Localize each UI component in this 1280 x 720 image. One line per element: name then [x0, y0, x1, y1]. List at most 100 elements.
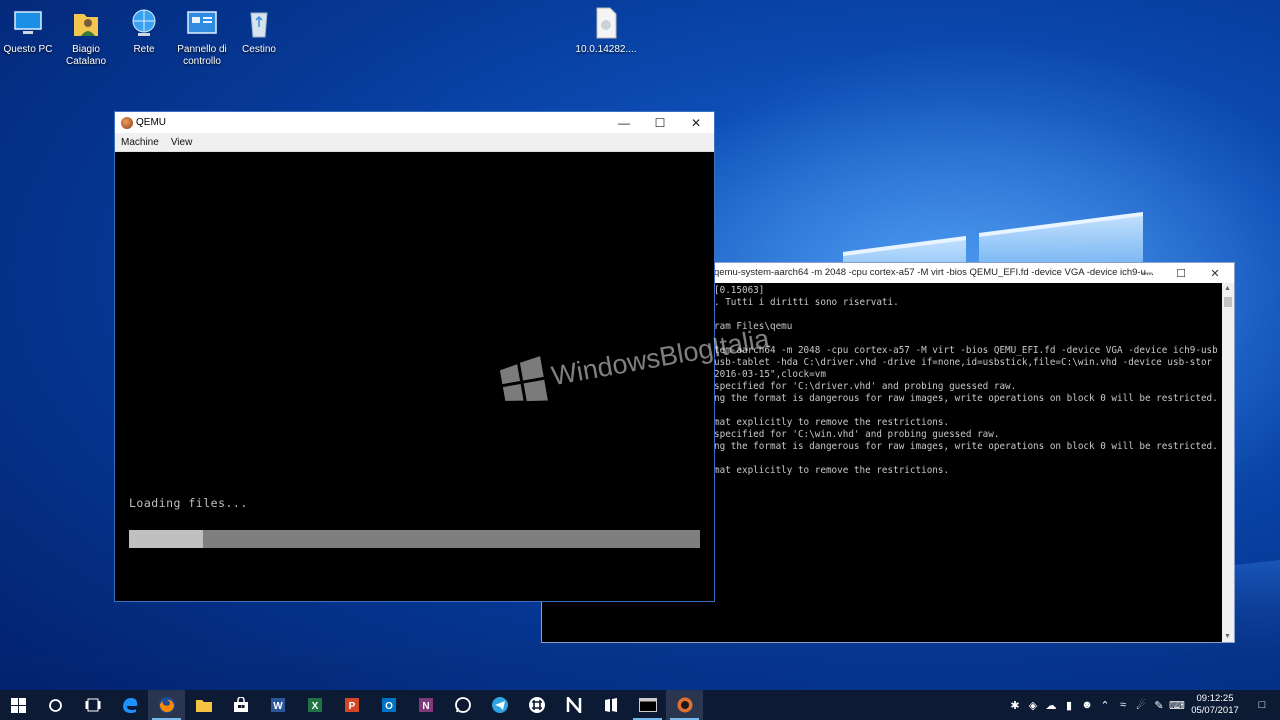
scroll-down-icon[interactable]: ▼ [1224, 633, 1231, 640]
qemu-title: QEMU [136, 117, 166, 128]
tray-chevron-up-icon[interactable]: ⌃ [1096, 690, 1114, 720]
desktop-icon-control-panel[interactable]: Pannello di controllo [171, 6, 233, 68]
menu-machine[interactable]: Machine [115, 137, 165, 148]
this-pc-icon [14, 11, 42, 34]
clock-date: 05/07/2017 [1191, 705, 1239, 716]
taskbar-onenote[interactable]: N [407, 690, 444, 720]
file-icon [596, 7, 617, 39]
n-app-icon [566, 697, 581, 713]
telegram-icon [491, 697, 508, 713]
tray-shield-icon[interactable]: ◈ [1024, 690, 1042, 720]
loading-progress-bar [129, 530, 700, 548]
svg-text:P: P [348, 701, 355, 712]
tray-pen-icon[interactable]: ✎ [1150, 690, 1168, 720]
taskbar-slack[interactable] [518, 690, 555, 720]
tray-people-icon[interactable]: ☻ [1078, 690, 1096, 720]
svg-text:N: N [422, 701, 429, 712]
tray-wifi-icon[interactable]: ≈ [1114, 690, 1132, 720]
console-line: ram Files\qemu [714, 321, 793, 332]
windows-insider-icon [604, 698, 617, 712]
console-minimize-button[interactable]: — [1130, 263, 1164, 283]
svg-text:X: X [311, 701, 318, 712]
whatsapp-icon [454, 697, 471, 713]
console-line: mat explicitly to remove the restriction… [714, 417, 950, 428]
console-icon [638, 698, 657, 712]
store-icon [233, 697, 248, 712]
firefox-icon [158, 697, 175, 713]
qemu-close-button[interactable]: ✕ [678, 112, 714, 133]
desktop-icon-this-pc[interactable]: Questo PC [0, 6, 59, 56]
console-scrollbar[interactable]: ▲ ▼ [1222, 283, 1234, 642]
tray-keyboard-icon[interactable]: ⌨ [1168, 690, 1186, 720]
taskbar-n-app[interactable] [555, 690, 592, 720]
taskbar-firefox[interactable] [148, 690, 185, 720]
console-line: usb-tablet -hda C:\driver.vhd -drive if=… [714, 357, 1213, 368]
tray-cloud-icon[interactable]: ☁ [1042, 690, 1060, 720]
desktop-icon-user-folder[interactable]: Biagio Catalano [55, 6, 117, 68]
qemu-icon [677, 697, 692, 713]
console-line: 2016-03-15",clock=vm [714, 369, 826, 380]
taskbar-whatsapp[interactable] [444, 690, 481, 720]
excel-icon: X [307, 698, 322, 712]
menu-view[interactable]: View [165, 137, 199, 148]
taskbar-qemu[interactable] [666, 690, 703, 720]
taskbar-console[interactable] [629, 690, 666, 720]
slack-icon [528, 697, 545, 713]
scroll-up-icon[interactable]: ▲ [1224, 285, 1231, 292]
console-line: ng the format is dangerous for raw image… [714, 441, 1218, 452]
taskbar-store[interactable] [222, 690, 259, 720]
qemu-app-icon [121, 116, 133, 129]
qemu-maximize-button[interactable]: ☐ [642, 112, 678, 133]
desktop-icon-file[interactable]: 10.0.14282.... [575, 6, 637, 56]
recycle-bin-icon [250, 12, 268, 38]
taskbar-edge[interactable] [111, 690, 148, 720]
desktop-icon-network[interactable]: Rete [113, 6, 175, 56]
system-tray: ✱ ◈ ☁ ▮ ☻ ⌃ ≈ ☄ ✎ ⌨ 09:12:25 05/07/2017 … [1006, 690, 1280, 720]
console-title: qemu-system-aarch64 -m 2048 -cpu cortex-… [714, 267, 1154, 278]
qemu-minimize-button[interactable]: — [606, 112, 642, 133]
start-button[interactable] [0, 690, 37, 720]
svg-text:O: O [385, 701, 393, 712]
tray-battery-icon[interactable]: ▮ [1060, 690, 1078, 720]
network-icon [132, 9, 156, 36]
desktop-icon-recycle-bin[interactable]: Cestino [228, 6, 290, 56]
qemu-titlebar[interactable]: QEMU — ☐ ✕ [115, 112, 714, 133]
taskbar-powerpoint[interactable]: P [333, 690, 370, 720]
taskbar-telegram[interactable] [481, 690, 518, 720]
watermark-text: WindowsBlogItalia [549, 323, 772, 392]
clock-time: 09:12:25 [1196, 693, 1234, 704]
taskbar: W X P O N ✱ ◈ ☁ ▮ ☻ ⌃ ≈ ☄ ✎ ⌨ 09:12:25 0… [0, 690, 1280, 720]
tray-volume-icon[interactable]: ☄ [1132, 690, 1150, 720]
task-view-button[interactable] [74, 690, 111, 720]
taskbar-excel[interactable]: X [296, 690, 333, 720]
taskbar-word[interactable]: W [259, 690, 296, 720]
console-line: mat explicitly to remove the restriction… [714, 465, 950, 476]
cortana-icon [49, 698, 62, 712]
taskbar-outlook[interactable]: O [370, 690, 407, 720]
start-icon [11, 697, 26, 713]
console-line: . Tutti i diritti sono riservati. [714, 297, 899, 308]
svg-text:W: W [273, 701, 283, 712]
tray-settings-icon[interactable]: ✱ [1006, 690, 1024, 720]
task-view-icon [85, 698, 100, 712]
console-maximize-button[interactable]: ☐ [1164, 263, 1198, 283]
control-panel-icon [187, 11, 217, 34]
watermark-logo-icon [499, 356, 548, 402]
outlook-icon: O [381, 698, 396, 712]
console-close-button[interactable]: ✕ [1198, 263, 1232, 283]
scroll-thumb[interactable] [1224, 297, 1232, 307]
user-folder-icon [74, 14, 98, 36]
console-line: specified for 'C:\driver.vhd' and probin… [714, 381, 1017, 392]
qemu-menubar: Machine View [115, 133, 714, 152]
word-icon: W [270, 698, 285, 712]
cortana-button[interactable] [37, 690, 74, 720]
taskbar-windows-insider[interactable] [592, 690, 629, 720]
taskbar-clock[interactable]: 09:12:25 05/07/2017 [1186, 693, 1244, 717]
action-center-icon[interactable]: □ [1244, 690, 1280, 720]
powerpoint-icon: P [344, 698, 359, 712]
taskbar-file-explorer[interactable] [185, 690, 222, 720]
